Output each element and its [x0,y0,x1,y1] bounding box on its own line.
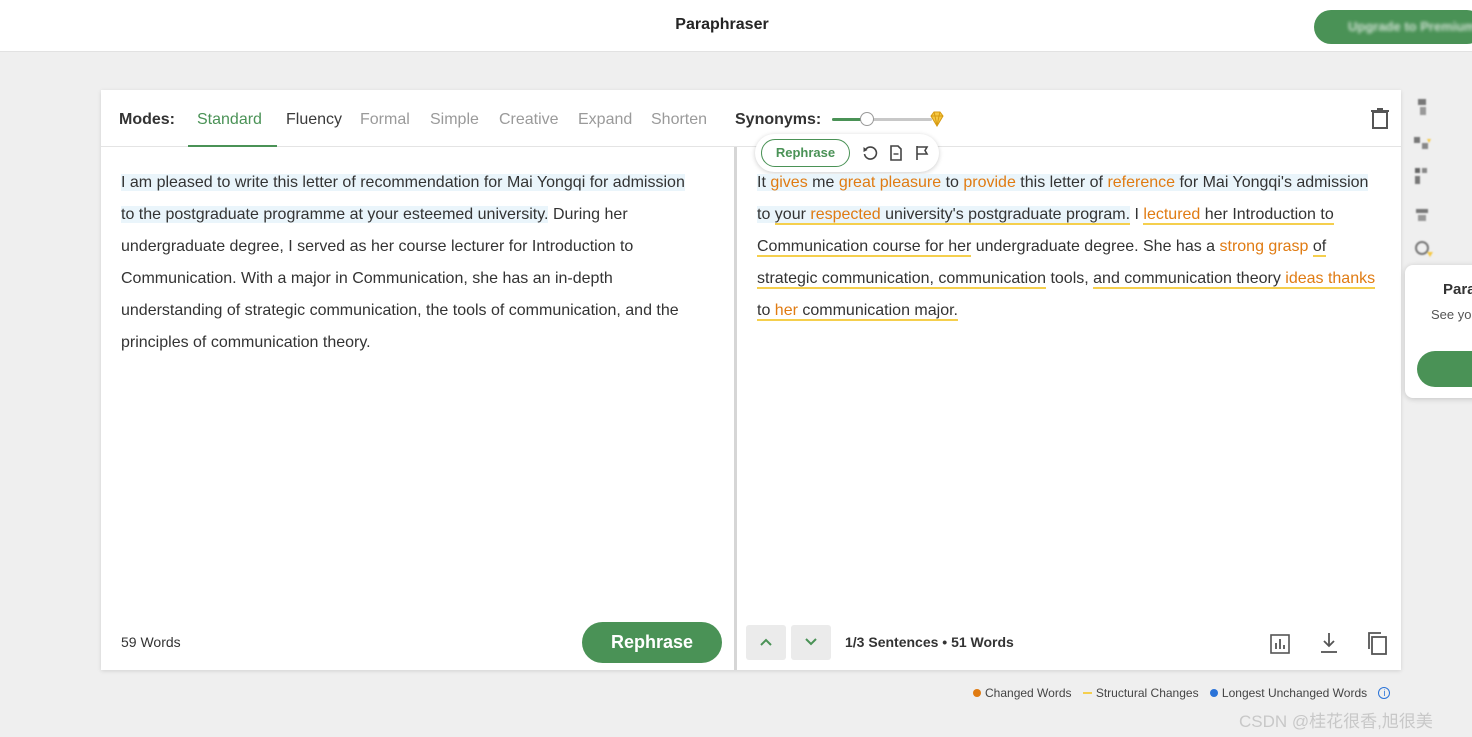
next-sentence-button[interactable] [791,625,831,660]
synonyms-slider-handle[interactable] [860,112,874,126]
changed-word[interactable]: respected [810,206,881,225]
output-text-segment: to [757,302,775,321]
side-panel-subtitle: See yo [1431,307,1472,322]
upgrade-label: Upgrade to Premium [1348,19,1472,34]
info-icon[interactable]: i [1378,687,1391,699]
page-title: Paraphraser [675,16,769,33]
output-text-segment: and communication theory [1093,270,1286,289]
structural-dash-icon [1082,692,1092,694]
chevron-down-icon [805,638,817,646]
tab-simple[interactable]: Simple [430,111,479,129]
tab-creative[interactable]: Creative [499,111,559,129]
flag-icon[interactable] [914,145,930,161]
sentence-rephrase-button[interactable]: Rephrase [761,139,850,167]
output-text-segment: your [774,206,811,225]
modes-bar: Modes: Standard Fluency Formal Simple Cr… [101,90,1401,147]
statistics-icon[interactable] [1269,631,1291,655]
tab-shorten[interactable]: Shorten [651,111,707,129]
output-text-segment: university's postgraduate program. [880,206,1131,225]
legend-structural-changes: Structural Changes [1082,686,1199,700]
output-text-segment: this letter of [1015,174,1108,191]
changed-word[interactable]: gives [770,174,808,191]
top-bar: Paraphraser Upgrade to Premium [0,0,1472,52]
side-tool-5-icon[interactable] [1412,238,1434,260]
premium-gem-icon [930,111,944,127]
rephrase-button[interactable]: Rephrase [582,622,722,663]
changed-word[interactable]: great pleasure [838,174,942,191]
side-panel: Para See yo [1405,265,1472,398]
legend-longest-unchanged: Longest Unchanged Words [1209,686,1367,700]
output-text-segment: communication major. [797,302,958,321]
output-text-segment: It [757,174,771,191]
modes-label: Modes: [119,111,175,128]
output-text-segment: I [1130,206,1144,223]
chevron-up-icon [760,638,772,646]
tab-formal[interactable]: Formal [360,111,410,129]
side-tool-1-icon[interactable] [1412,97,1434,119]
side-tool-4-icon[interactable] [1412,205,1434,227]
input-word-count: 59 Words [121,634,181,650]
tab-standard[interactable]: Standard [197,111,262,129]
trash-icon[interactable] [1370,107,1390,129]
download-icon[interactable] [1318,631,1340,655]
output-text-area[interactable]: It gives me great pleasure to provide th… [757,167,1377,327]
synonyms-slider[interactable] [832,118,932,121]
paraphraser-card: Modes: Standard Fluency Formal Simple Cr… [101,90,1401,670]
changed-word[interactable]: reference [1107,174,1176,191]
unchanged-dot-icon [1209,689,1218,697]
side-tool-3-icon[interactable] [1412,165,1434,187]
synonyms-label: Synonyms: [735,111,822,128]
highlight-legend: Changed Words Structural Changes Longest… [973,686,1391,700]
output-text-segment: me [807,174,839,191]
tab-expand[interactable]: Expand [578,111,632,129]
changed-word[interactable]: her [774,302,798,321]
copy-icon[interactable] [1366,631,1388,655]
output-text-segment: tools, [1046,270,1094,287]
legend-changed-words: Changed Words [973,686,1072,700]
output-text-segment: undergraduate degree. She has a [971,238,1220,255]
previous-sentence-button[interactable] [746,625,786,660]
sentence-info: 1/3 Sentences • 51 Words [845,634,1014,650]
changed-word[interactable]: ideas thanks [1285,270,1376,289]
output-text-segment: to [941,174,964,191]
side-tool-2-icon[interactable] [1412,133,1434,155]
tab-fluency[interactable]: Fluency [286,111,342,129]
panel-divider[interactable] [734,147,737,670]
copy-sentence-icon[interactable] [888,145,904,161]
changed-word[interactable]: strong grasp [1220,238,1309,255]
input-text-area[interactable]: I am pleased to write this letter of rec… [121,167,701,359]
upgrade-button[interactable]: Upgrade to Premium [1314,10,1472,44]
changed-dot-icon [973,689,981,697]
changed-word[interactable]: lectured [1143,206,1201,225]
watermark: CSDN @桂花很香,旭很美 [1239,712,1433,731]
side-panel-title: Para [1443,281,1472,298]
output-text-segment: her [1200,206,1233,225]
undo-icon[interactable] [862,145,878,161]
active-tab-indicator [188,145,277,147]
changed-word[interactable]: provide [963,174,1016,191]
input-remaining-text: During her undergraduate degree, I serve… [121,206,679,351]
side-panel-button[interactable] [1417,351,1472,387]
